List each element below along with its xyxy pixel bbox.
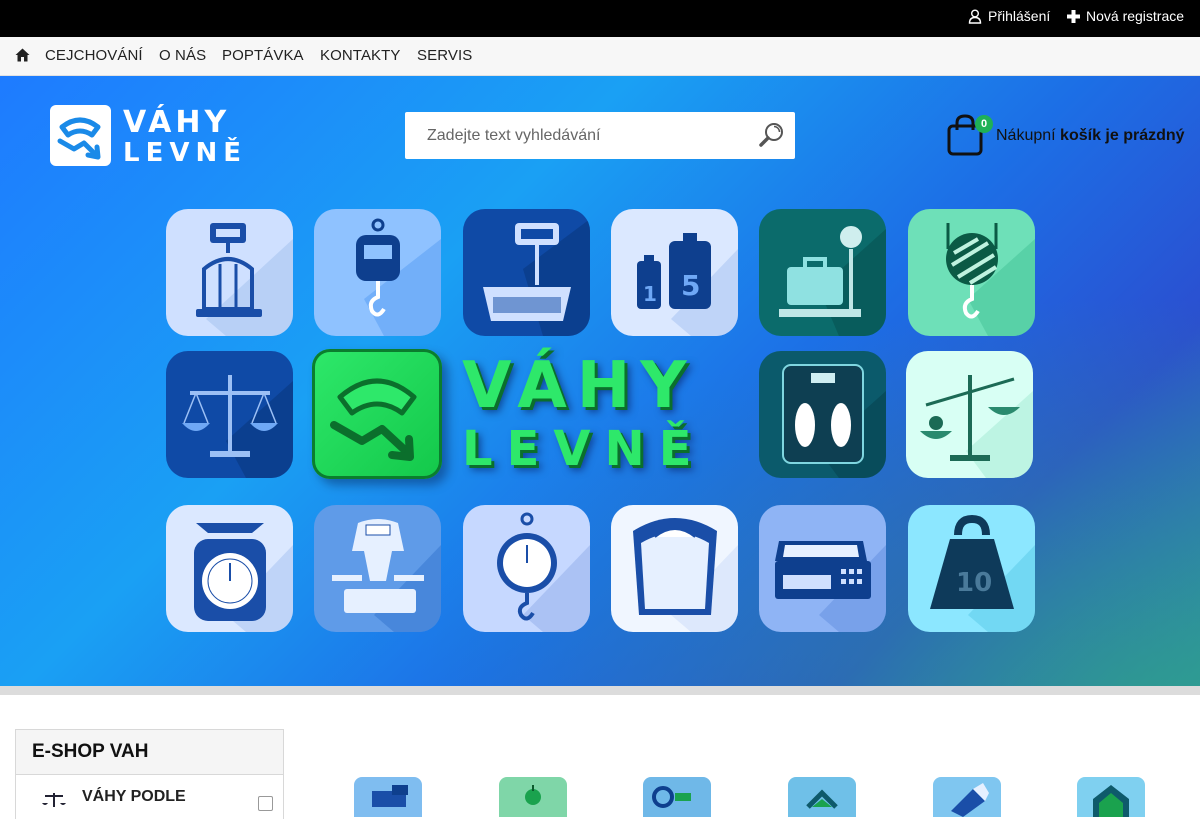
- analog-shop-scale-icon[interactable]: [314, 505, 441, 632]
- main-nav: CEJCHOVÁNÍ O NÁS POPTÁVKA KONTAKTY SERVI…: [0, 37, 1200, 76]
- scale-logo-icon: [330, 378, 417, 461]
- nav-item-o-nas[interactable]: O NÁS: [159, 47, 206, 64]
- logo-mark: [50, 105, 111, 166]
- login-link[interactable]: Přihlášení: [968, 8, 1050, 24]
- cart-status-text: Nákupní košík je prázdný: [996, 127, 1185, 145]
- eshop-sidebar: E-SHOP VAH VÁHY PODLE: [15, 729, 284, 820]
- expand-toggle[interactable]: [258, 796, 273, 811]
- category-thumb-3[interactable]: [643, 777, 711, 817]
- section-divider: [0, 686, 1200, 695]
- bathroom-scale-icon[interactable]: [759, 351, 886, 478]
- nav-item-servis[interactable]: SERVIS: [417, 47, 472, 64]
- hanging-scale-icon[interactable]: [314, 209, 441, 336]
- analog-shop-scale-graphic: [332, 519, 441, 632]
- luggage-scale-icon[interactable]: [759, 209, 886, 336]
- kettlebell-10-icon[interactable]: 10: [908, 505, 1035, 632]
- logo-text-line2: LEVNĚ: [123, 138, 247, 168]
- search-box: [405, 112, 795, 159]
- hanging-scale-graphic: [356, 218, 441, 336]
- kettlebell-label: 10: [956, 568, 992, 598]
- weights-1-5-icon[interactable]: 1 5: [611, 209, 738, 336]
- crane-scale-graphic: [946, 223, 1035, 336]
- hero-brand-mark: [312, 349, 442, 479]
- home-icon[interactable]: [15, 48, 30, 62]
- scale-logo-icon: [57, 117, 101, 160]
- cart-widget[interactable]: 0 Nákupní košík je prázdný: [946, 114, 1196, 158]
- sidebar-item-label: VÁHY PODLE: [82, 788, 186, 805]
- sidebar-title: E-SHOP VAH: [16, 730, 283, 775]
- user-icon: [968, 9, 982, 24]
- platform-scale-graphic: [196, 223, 293, 336]
- search-input[interactable]: [405, 112, 745, 159]
- weights-graphic: 1 5: [637, 233, 738, 336]
- top-bar: Přihlášení Nová registrace: [0, 0, 1200, 37]
- category-thumb-2[interactable]: [499, 777, 567, 817]
- sidebar-item-vahy-podle[interactable]: VÁHY PODLE: [16, 775, 283, 820]
- weight-label-1: 1: [643, 282, 657, 306]
- category-icon: [1093, 785, 1129, 817]
- login-label: Přihlášení: [988, 8, 1051, 24]
- platform-scale-icon[interactable]: [166, 209, 293, 336]
- hero-brand-line2: LEVNĚ: [462, 421, 706, 477]
- nav-item-poptavka[interactable]: POPTÁVKA: [222, 47, 304, 64]
- cart-text-bold: košík je prázdný: [1060, 127, 1185, 144]
- spring-scale-icon[interactable]: [463, 505, 590, 632]
- category-icon: [525, 785, 541, 805]
- balance-icon: [42, 793, 66, 807]
- kitchen-scale-icon[interactable]: [166, 505, 293, 632]
- nav-item-cejchovani[interactable]: CEJCHOVÁNÍ: [45, 47, 143, 64]
- balance-scale-graphic: [182, 375, 293, 478]
- category-icon: [372, 785, 408, 807]
- kitchen-scale-graphic: [194, 523, 293, 632]
- hero-banner: VÁHY LEVNĚ 0 Nákupní košík je prázdný: [0, 76, 1200, 686]
- crane-scale-icon[interactable]: [908, 209, 1035, 336]
- pharmacy-balance-graphic: [920, 375, 1033, 478]
- retail-scale-graphic: [775, 541, 886, 632]
- category-thumb-1[interactable]: [354, 777, 422, 817]
- counter-scale-icon[interactable]: [463, 209, 590, 336]
- nav-item-kontakty[interactable]: KONTAKTY: [320, 47, 401, 64]
- register-link[interactable]: Nová registrace: [1067, 8, 1184, 24]
- counter-scale-graphic: [483, 219, 590, 336]
- pharmacy-balance-icon[interactable]: [906, 351, 1033, 478]
- spring-scale-graphic: [497, 512, 590, 632]
- search-icon[interactable]: [759, 122, 785, 148]
- category-thumb-6[interactable]: [1077, 777, 1145, 817]
- cart-text-normal: Nákupní: [996, 127, 1056, 144]
- category-icon: [951, 783, 989, 817]
- balance-scale-icon[interactable]: [166, 351, 293, 478]
- kettlebell-graphic: 10: [930, 514, 1035, 632]
- category-thumb-5[interactable]: [933, 777, 1001, 817]
- plus-icon: [1067, 9, 1080, 23]
- mechanical-bathroom-scale-icon[interactable]: [611, 505, 738, 632]
- hero-brand-line1: VÁHY: [462, 349, 697, 423]
- site-logo[interactable]: VÁHY LEVNĚ: [50, 105, 255, 168]
- luggage-scale-graphic: [779, 224, 886, 336]
- register-label: Nová registrace: [1086, 8, 1185, 24]
- cart-count-badge: 0: [975, 115, 993, 133]
- retail-scale-icon[interactable]: [759, 505, 886, 632]
- logo-text-line1: VÁHY: [123, 105, 231, 140]
- category-thumb-4[interactable]: [788, 777, 856, 817]
- category-icon: [652, 786, 691, 808]
- mechanical-bathroom-scale-graphic: [633, 518, 738, 632]
- bathroom-scale-graphic: [782, 364, 886, 478]
- category-icon: [806, 789, 838, 809]
- weight-label-5: 5: [681, 269, 700, 302]
- hero-brand: VÁHY LEVNĚ: [312, 349, 752, 479]
